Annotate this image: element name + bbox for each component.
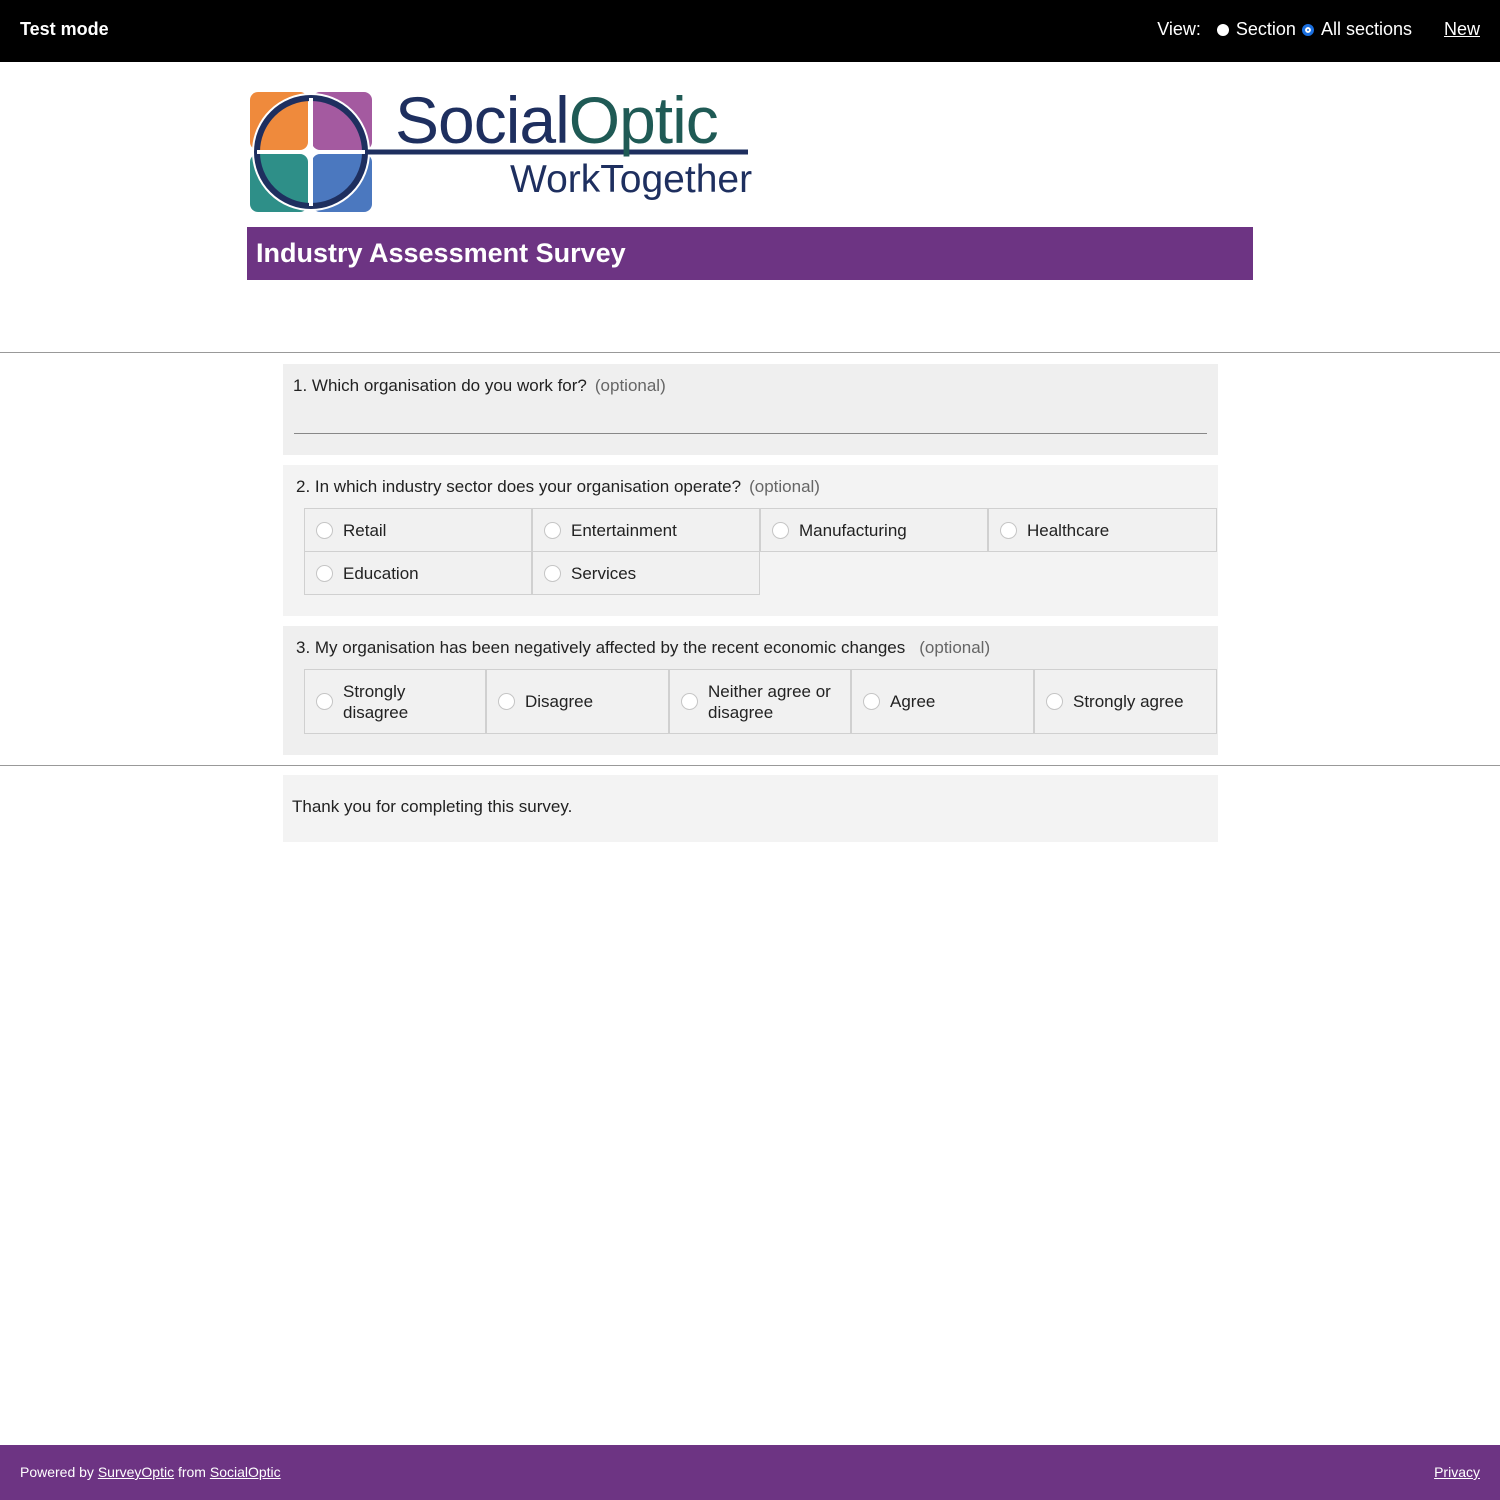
radio-button[interactable] bbox=[1000, 521, 1017, 539]
radio-button[interactable] bbox=[772, 521, 789, 539]
view-option-label: All sections bbox=[1320, 19, 1412, 39]
sector-option-education[interactable]: Education bbox=[304, 551, 532, 595]
sector-option-services[interactable]: Services bbox=[532, 551, 760, 595]
logo-subtitle: WorkTogether bbox=[510, 158, 753, 201]
sector-option-retail[interactable]: Retail bbox=[304, 508, 532, 552]
socialoptic-link[interactable]: SocialOptic bbox=[210, 1464, 281, 1480]
question-1-text: 1. Which organisation do you work for? (o… bbox=[293, 376, 666, 395]
organisation-input[interactable] bbox=[294, 433, 1207, 434]
question-3-panel: 3. My organisation has been negatively a… bbox=[283, 626, 1218, 755]
view-option-section[interactable]: Section bbox=[1216, 19, 1296, 40]
top-bar: Test mode View: Section All sections New bbox=[0, 0, 1500, 62]
view-option-label: Section bbox=[1235, 19, 1296, 39]
radio-button[interactable] bbox=[544, 521, 561, 539]
section-divider bbox=[0, 765, 1500, 766]
likert-option-strongly-disagree[interactable]: Strongly disagree bbox=[304, 669, 486, 734]
sector-option-entertainment[interactable]: Entertainment bbox=[532, 508, 760, 552]
question-2-panel: 2. In which industry sector does your or… bbox=[283, 465, 1218, 616]
question-2-text: 2. In which industry sector does your or… bbox=[296, 477, 820, 496]
logo-brand-text: SocialOptic bbox=[395, 83, 719, 157]
likert-option-agree[interactable]: Agree bbox=[851, 669, 1034, 734]
section-divider bbox=[0, 352, 1500, 353]
footer-credits: Powered by SurveyOptic from SocialOptic bbox=[20, 1464, 281, 1480]
radio-button[interactable] bbox=[1046, 693, 1063, 710]
closing-text: Thank you for completing this survey. bbox=[292, 797, 573, 816]
radio-button[interactable] bbox=[544, 564, 561, 582]
privacy-link[interactable]: Privacy bbox=[1434, 1464, 1480, 1480]
radio-button[interactable] bbox=[316, 693, 333, 710]
radio-button[interactable] bbox=[681, 693, 698, 710]
new-link[interactable]: New bbox=[1444, 19, 1480, 40]
view-label: View: bbox=[1157, 19, 1201, 39]
view-option-all-sections[interactable]: All sections bbox=[1301, 19, 1412, 40]
likert-option-disagree[interactable]: Disagree bbox=[486, 669, 669, 734]
test-mode-label: Test mode bbox=[20, 19, 109, 39]
radio-button[interactable] bbox=[863, 693, 880, 710]
likert-option-strongly-agree[interactable]: Strongly agree bbox=[1034, 669, 1217, 734]
radio-button[interactable] bbox=[498, 693, 515, 710]
sector-option-manufacturing[interactable]: Manufacturing bbox=[760, 508, 988, 552]
question-1-panel: 1. Which organisation do you work for? (o… bbox=[283, 364, 1218, 455]
view-all-sections-radio[interactable] bbox=[1301, 23, 1314, 36]
survey-title-banner: Industry Assessment Survey bbox=[247, 227, 1253, 280]
survey-title: Industry Assessment Survey bbox=[256, 238, 626, 268]
radio-button[interactable] bbox=[316, 521, 333, 539]
footer: Powered by SurveyOptic from SocialOptic … bbox=[0, 1445, 1500, 1500]
likert-option-neither[interactable]: Neither agree or disagree bbox=[669, 669, 851, 734]
question-3-text: 3. My organisation has been negatively a… bbox=[296, 638, 991, 657]
radio-button[interactable] bbox=[316, 564, 333, 582]
surveyoptic-link[interactable]: SurveyOptic bbox=[98, 1464, 174, 1480]
view-section-radio[interactable] bbox=[1216, 23, 1229, 36]
view-selector: View: Section All sections bbox=[1157, 19, 1412, 40]
sector-option-healthcare[interactable]: Healthcare bbox=[988, 508, 1217, 552]
closing-panel: Thank you for completing this survey. bbox=[283, 775, 1218, 842]
